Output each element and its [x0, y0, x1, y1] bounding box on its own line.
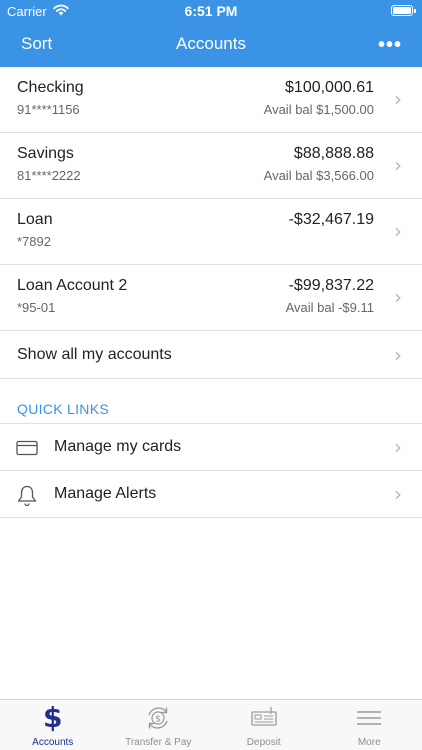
account-balance: -$99,837.22: [288, 277, 374, 294]
credit-card-icon: [16, 437, 38, 459]
account-row-loan-account-2[interactable]: Loan Account 2 *95-01 -$99,837.22 Avail …: [0, 265, 422, 331]
tab-label: More: [357, 737, 381, 748]
manage-alerts-link[interactable]: Manage Alerts ›: [0, 471, 422, 518]
chevron-right-icon: ›: [394, 219, 402, 243]
tab-more[interactable]: More: [317, 700, 422, 750]
chevron-right-icon: ›: [394, 482, 402, 506]
tab-label: Deposit: [246, 737, 281, 748]
show-all-label: Show all my accounts: [17, 346, 172, 363]
account-name: Loan Account 2: [17, 277, 128, 294]
account-balance: $88,888.88: [293, 145, 374, 162]
chevron-right-icon: ›: [394, 153, 402, 177]
transfer-icon: $: [144, 704, 172, 732]
status-bar: Carrier 6:51 PM: [0, 0, 422, 22]
account-number: 91****1156: [17, 102, 80, 117]
chevron-right-icon: ›: [394, 87, 402, 111]
tab-bar: $ Accounts $ Transfer & Pay Deposit More: [0, 699, 422, 750]
chevron-right-icon: ›: [394, 285, 402, 309]
bell-icon: [16, 484, 38, 507]
account-balance: -$32,467.19: [288, 211, 374, 228]
account-available-balance: Avail bal -$9.11: [285, 300, 374, 315]
manage-cards-link[interactable]: Manage my cards ›: [0, 424, 422, 471]
account-number: 81****2222: [17, 168, 81, 183]
menu-icon: [356, 704, 382, 732]
account-number: *7892: [17, 234, 51, 249]
battery-icon: [391, 5, 416, 16]
tab-label: Accounts: [32, 737, 74, 748]
app-header: Carrier 6:51 PM Sort Accounts •••: [0, 0, 422, 67]
account-balance: $100,000.61: [285, 79, 374, 96]
accounts-list: Checking 91****1156 $100,000.61 Avail ba…: [0, 67, 422, 518]
chevron-right-icon: ›: [394, 343, 402, 367]
dollar-icon: $: [43, 701, 63, 734]
account-available-balance: Avail bal $3,566.00: [263, 168, 374, 183]
tab-accounts[interactable]: $ Accounts: [0, 700, 106, 750]
account-name: Savings: [17, 145, 74, 162]
show-all-accounts-link[interactable]: Show all my accounts ›: [0, 331, 422, 379]
sort-button[interactable]: Sort: [21, 34, 52, 54]
account-row-loan[interactable]: Loan *7892 -$32,467.19 ›: [0, 199, 422, 265]
tab-transfer-pay[interactable]: $ Transfer & Pay: [106, 700, 212, 750]
chevron-right-icon: ›: [394, 435, 402, 459]
tab-label: Transfer & Pay: [125, 737, 192, 748]
account-name: Checking: [17, 79, 84, 96]
manage-cards-label: Manage my cards: [54, 438, 182, 455]
page-title: Accounts: [176, 34, 246, 53]
quick-links-header: QUICK LINKS: [0, 379, 422, 424]
manage-alerts-label: Manage Alerts: [54, 485, 157, 502]
status-time: 6:51 PM: [184, 3, 238, 19]
svg-text:$: $: [155, 715, 161, 725]
account-name: Loan: [17, 211, 53, 228]
more-options-button[interactable]: •••: [378, 34, 402, 57]
tab-deposit[interactable]: Deposit: [211, 700, 317, 750]
check-deposit-icon: [250, 704, 278, 732]
account-row-savings[interactable]: Savings 81****2222 $88,888.88 Avail bal …: [0, 133, 422, 199]
quick-links-title: QUICK LINKS: [17, 401, 109, 417]
account-row-checking[interactable]: Checking 91****1156 $100,000.61 Avail ba…: [0, 67, 422, 133]
account-number: *95-01: [17, 300, 56, 315]
account-available-balance: Avail bal $1,500.00: [263, 102, 374, 117]
